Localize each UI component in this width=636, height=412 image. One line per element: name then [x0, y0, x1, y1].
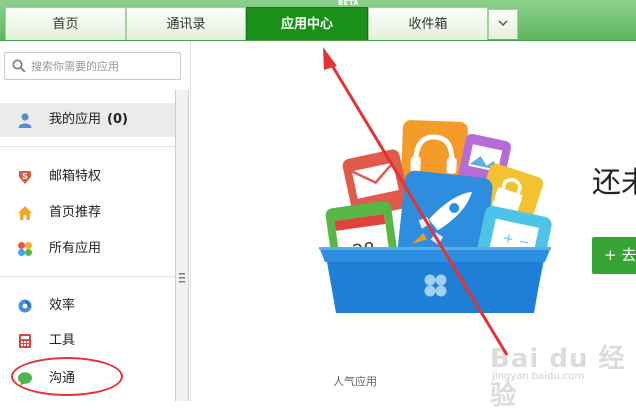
app-count: (0) [107, 112, 128, 127]
sidebar-item-privilege[interactable]: S 邮箱特权 [0, 160, 175, 194]
privilege-shield-icon: S [19, 171, 31, 184]
sidebar-item-label: 首页推荐 [49, 205, 102, 220]
tab-home[interactable]: 首页 [5, 7, 126, 40]
tab-inbox[interactable]: 收件箱 [368, 7, 488, 40]
home-icon [18, 206, 32, 220]
svg-text:S: S [22, 172, 28, 181]
baidu-watermark-url: jingyan.baidu.com [492, 371, 585, 382]
sidebar-item-label: 工具 [49, 333, 76, 348]
user-icon [18, 113, 32, 128]
efficiency-icon [18, 299, 32, 313]
sidebar-item-label: 邮箱特权 [49, 169, 102, 184]
calculator-icon [19, 334, 31, 348]
tab-app-center[interactable]: 应用中心 BETA [246, 0, 368, 41]
tab-app-center-wrap: 应用中心 BETA [280, 0, 359, 41]
tab-contacts-label: 通讯录 [166, 17, 206, 32]
sidebar-item-my-apps-text: 我的应用 (0) [49, 103, 128, 137]
app-box-icon [319, 247, 551, 313]
chevron-down-icon [498, 20, 508, 27]
sidebar-splitter[interactable] [175, 90, 189, 401]
search-box[interactable] [4, 52, 181, 80]
sidebar-divider [0, 146, 175, 147]
tab-contacts[interactable]: 通讯录 [126, 7, 246, 40]
sidebar-item-tools[interactable]: 工具 [0, 324, 175, 358]
tab-app-center-label: 应用中心 [280, 17, 333, 32]
sidebar-item-all-apps[interactable]: 所有应用 [0, 232, 175, 266]
sidebar-item-home-recommend[interactable]: 首页推荐 [0, 196, 175, 230]
tab-home-label: 首页 [52, 17, 79, 32]
sidebar-divider [0, 276, 175, 277]
sidebar-item-label: 所有应用 [49, 241, 102, 256]
beta-badge: BETA [338, 0, 359, 7]
empty-state-headline: 还未 [592, 165, 636, 199]
app-box-illustration: 28 + − × ÷ [319, 120, 552, 313]
sidebar-item-my-apps[interactable]: 我的应用 (0) [0, 103, 175, 137]
search-input[interactable] [31, 57, 176, 75]
sidebar-item-label: 效率 [49, 298, 76, 313]
tab-more-button[interactable] [488, 9, 518, 39]
tab-inbox-label: 收件箱 [408, 17, 448, 32]
annotation-ellipse [11, 357, 123, 396]
apps-clover-icon [18, 242, 32, 256]
top-tab-bar: 首页 通讯录 应用中心 BETA 收件箱 [0, 0, 636, 41]
add-app-button[interactable]: + 去 [592, 237, 636, 274]
sidebar-item-efficiency[interactable]: 效率 [0, 289, 175, 323]
popular-apps-label: 人气应用 [333, 375, 377, 388]
grip-icon [179, 273, 185, 283]
sidebar-item-label: 我的应用 [49, 112, 102, 127]
search-icon [12, 59, 26, 73]
